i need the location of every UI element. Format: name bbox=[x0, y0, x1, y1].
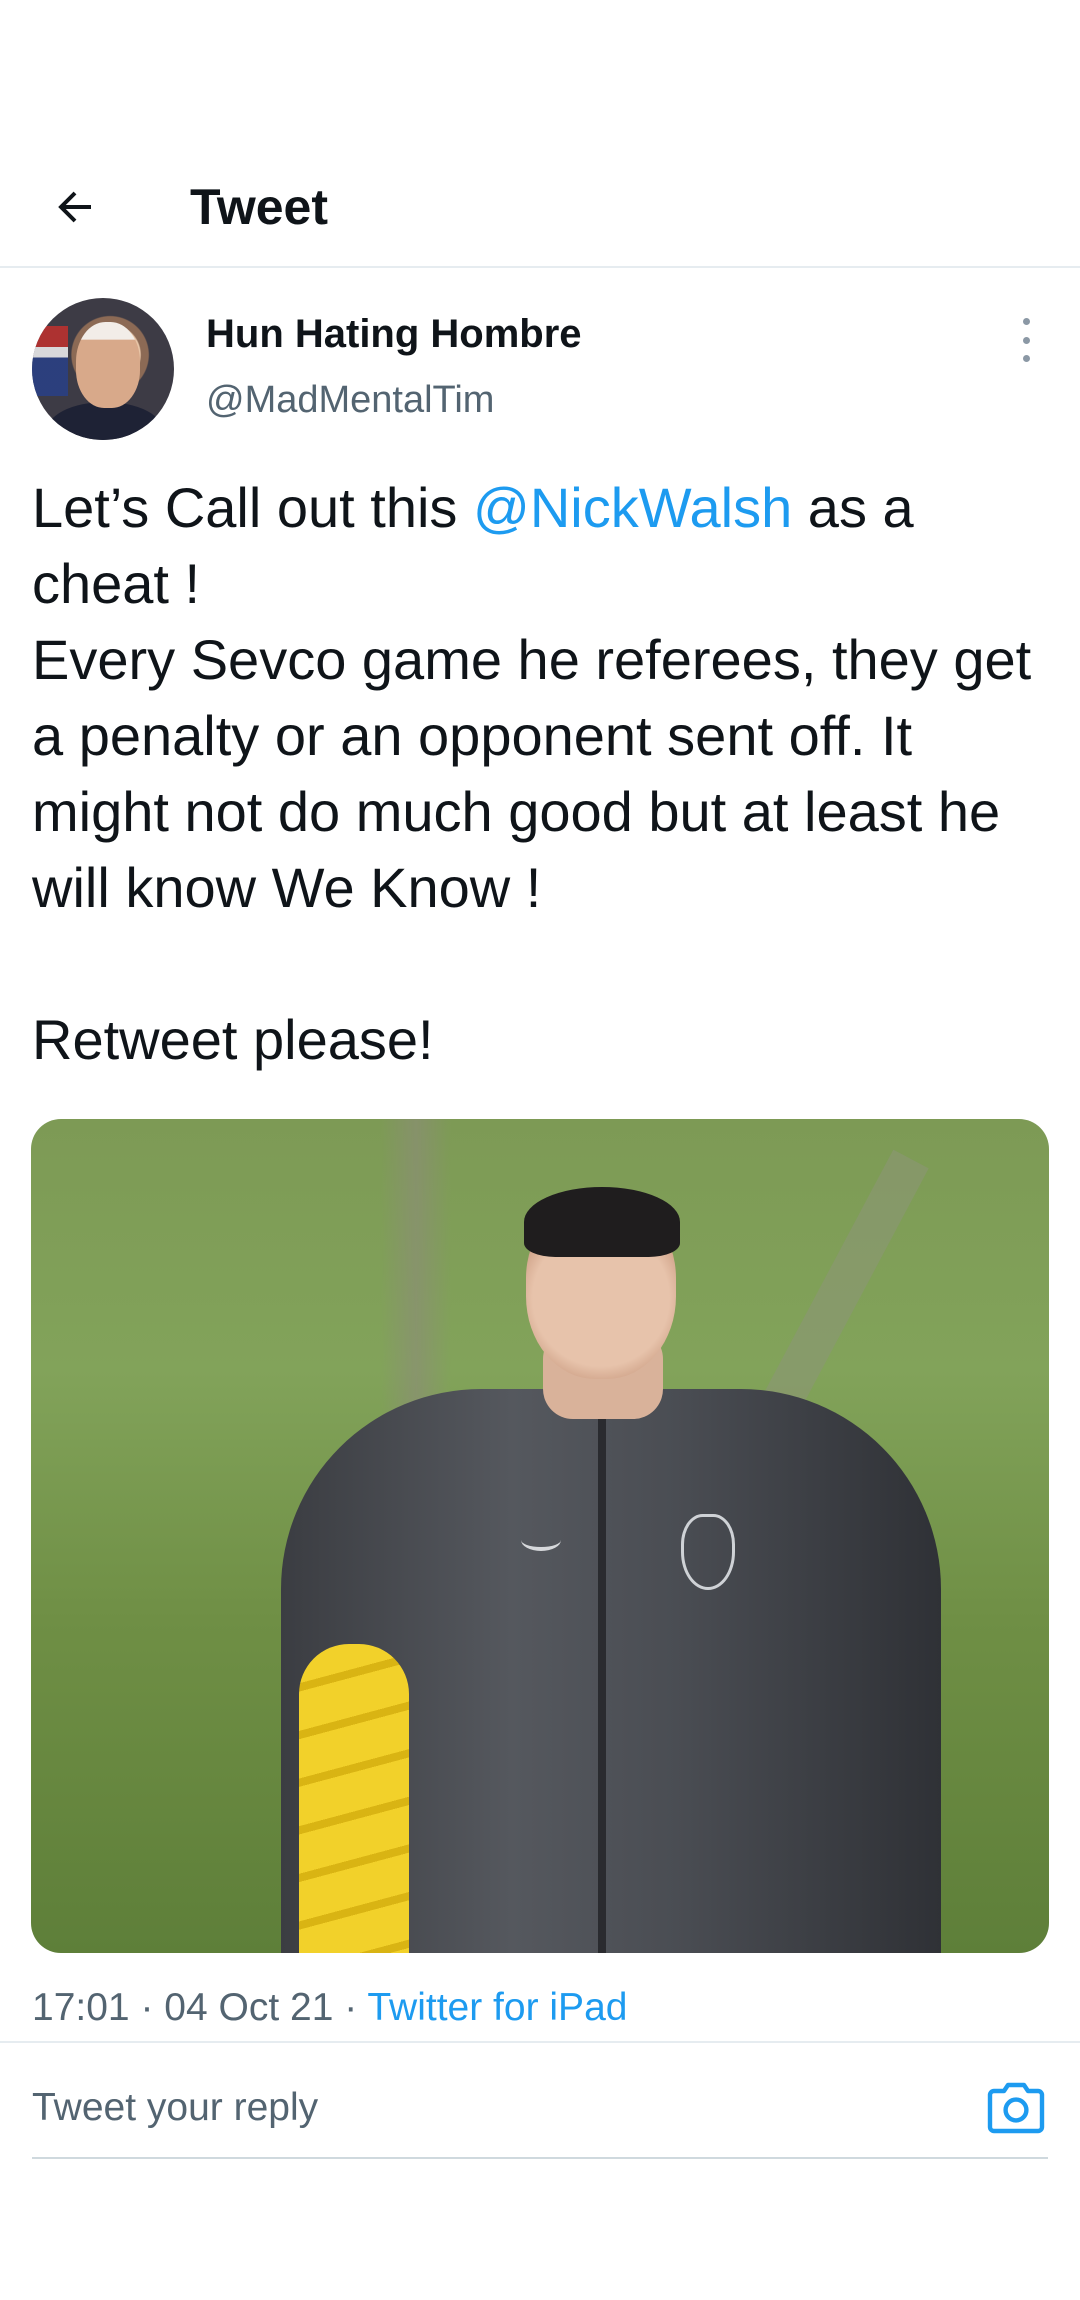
image-training-cones bbox=[299, 1644, 409, 1953]
reply-input[interactable]: Tweet your reply bbox=[32, 2080, 318, 2136]
camera-button[interactable] bbox=[984, 2078, 1048, 2138]
tweet-metadata: 17:01 · 04 Oct 21 · Twitter for iPad bbox=[32, 1980, 627, 2036]
image-person-hair bbox=[524, 1187, 680, 1257]
divider bbox=[0, 2041, 1080, 2043]
image-jacket-crest bbox=[681, 1514, 735, 1590]
avatar-face bbox=[76, 322, 140, 408]
more-vertical-icon bbox=[1022, 318, 1030, 325]
author-display-name[interactable]: Hun Hating Hombre bbox=[206, 306, 582, 362]
more-vertical-icon bbox=[1022, 355, 1030, 362]
tweet-text-part: Let’s Call out this bbox=[32, 476, 473, 539]
image-jacket-zip bbox=[598, 1419, 606, 1953]
tweet-text-part: as a cheat ! Every Sevco game he referee… bbox=[32, 476, 1032, 1071]
reply-underline bbox=[32, 2157, 1048, 2159]
avatar-background bbox=[32, 326, 68, 396]
avatar[interactable] bbox=[32, 298, 174, 440]
tweet-source-link[interactable]: Twitter for iPad bbox=[367, 1986, 627, 2029]
mention-link[interactable]: @NickWalsh bbox=[473, 476, 792, 539]
page-title: Tweet bbox=[190, 179, 328, 235]
tweet-time: 17:01 bbox=[32, 1986, 130, 2029]
back-button[interactable] bbox=[40, 172, 110, 242]
arrow-left-icon bbox=[58, 191, 91, 223]
camera-icon bbox=[987, 2082, 1045, 2134]
meta-separator: · bbox=[333, 1986, 368, 2029]
status-bar-area bbox=[0, 0, 1080, 150]
tweet-media-image[interactable] bbox=[31, 1119, 1049, 1953]
author-handle[interactable]: @MadMentalTim bbox=[206, 372, 494, 428]
more-vertical-icon bbox=[1022, 336, 1030, 344]
top-app-bar: Tweet bbox=[0, 150, 1080, 268]
meta-separator: · bbox=[129, 1986, 165, 2029]
more-options-button[interactable] bbox=[1006, 318, 1046, 362]
image-jacket-logo bbox=[521, 1529, 561, 1551]
tweet-text: Let’s Call out this @NickWalsh as a chea… bbox=[32, 470, 1062, 1078]
tweet-date: 04 Oct 21 bbox=[164, 1986, 334, 2029]
